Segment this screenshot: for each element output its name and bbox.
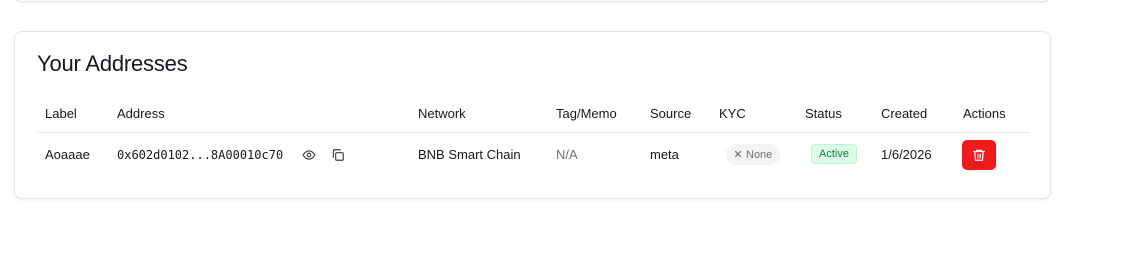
status-badge: Active [811, 144, 857, 164]
column-header-label: Label [45, 106, 77, 121]
row-network: BNB Smart Chain [418, 147, 521, 162]
column-header-network: Network [418, 106, 466, 121]
column-header-created: Created [881, 106, 928, 121]
previous-card [14, 0, 1051, 2]
trash-icon [972, 148, 986, 162]
row-source: meta [650, 147, 679, 162]
card-title: Your Addresses [37, 51, 188, 76]
eye-icon[interactable] [300, 146, 318, 164]
row-address: 0x602d0102...8A00010c70 [117, 148, 284, 162]
column-header-kyc: KYC [719, 106, 746, 121]
row-created: 1/6/2026 [881, 147, 932, 162]
column-header-actions: Actions [963, 106, 1006, 121]
table-row: Aoaaae 0x602d0102...8A00010c70 BNB Smart… [37, 133, 1030, 177]
row-label: Aoaaae [45, 147, 90, 162]
table-header: Label Address Network Tag/Memo Source KY… [37, 102, 1030, 133]
row-tag-memo: N/A [556, 147, 578, 162]
addresses-card: Your Addresses Label Address Network Tag… [14, 31, 1051, 199]
column-header-source: Source [650, 106, 692, 121]
delete-button[interactable] [962, 140, 996, 170]
kyc-badge: None [726, 144, 781, 165]
x-icon [734, 149, 742, 161]
addresses-table: Label Address Network Tag/Memo Source KY… [37, 102, 1030, 177]
kyc-badge-label: None [746, 148, 773, 161]
column-header-status: Status [805, 106, 842, 121]
copy-icon[interactable] [329, 146, 347, 164]
column-header-tag-memo: Tag/Memo [556, 106, 617, 121]
column-header-address: Address [117, 106, 165, 121]
